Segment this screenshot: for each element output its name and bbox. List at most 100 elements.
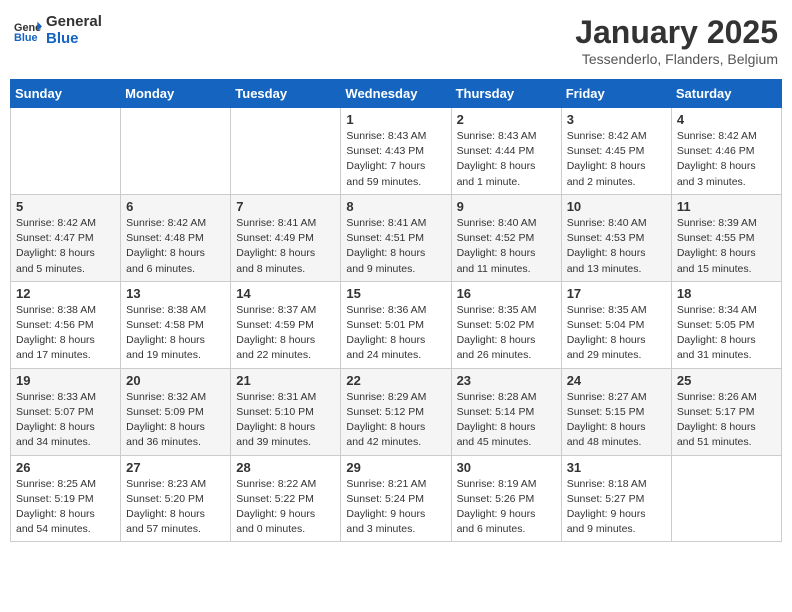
- day-info: Sunrise: 8:36 AMSunset: 5:01 PMDaylight:…: [346, 303, 445, 364]
- week-row-3: 12Sunrise: 8:38 AMSunset: 4:56 PMDayligh…: [11, 281, 782, 368]
- day-info: Sunrise: 8:39 AMSunset: 4:55 PMDaylight:…: [677, 216, 776, 277]
- day-info: Sunrise: 8:38 AMSunset: 4:58 PMDaylight:…: [126, 303, 225, 364]
- title-block: January 2025 Tessenderlo, Flanders, Belg…: [575, 14, 778, 67]
- day-info: Sunrise: 8:43 AMSunset: 4:44 PMDaylight:…: [457, 129, 556, 190]
- day-number: 30: [457, 460, 556, 475]
- day-number: 10: [567, 199, 666, 214]
- day-number: 24: [567, 373, 666, 388]
- logo-general: General: [46, 13, 102, 30]
- day-cell: 30 Sunrise: 8:19 AMSunset: 5:26 PMDayligh…: [451, 455, 561, 542]
- day-cell: 13 Sunrise: 8:38 AMSunset: 4:58 PMDayligh…: [121, 281, 231, 368]
- day-cell: [11, 108, 121, 195]
- day-number: 2: [457, 112, 556, 127]
- day-info: Sunrise: 8:26 AMSunset: 5:17 PMDaylight:…: [677, 390, 776, 451]
- day-cell: 3 Sunrise: 8:42 AMSunset: 4:45 PMDaylight…: [561, 108, 671, 195]
- weekday-header-thursday: Thursday: [451, 80, 561, 108]
- calendar-title: January 2025: [575, 14, 778, 51]
- day-cell: 10 Sunrise: 8:40 AMSunset: 4:53 PMDayligh…: [561, 194, 671, 281]
- logo: General Blue General Blue: [14, 14, 102, 47]
- week-row-4: 19 Sunrise: 8:33 AMSunset: 5:07 PMDayligh…: [11, 368, 782, 455]
- day-number: 27: [126, 460, 225, 475]
- day-info: Sunrise: 8:23 AMSunset: 5:20 PMDaylight:…: [126, 477, 225, 538]
- day-cell: 7 Sunrise: 8:41 AMSunset: 4:49 PMDaylight…: [231, 194, 341, 281]
- day-cell: 28Sunrise: 8:22 AMSunset: 5:22 PMDayligh…: [231, 455, 341, 542]
- day-number: 6: [126, 199, 225, 214]
- day-number: 11: [677, 199, 776, 214]
- day-cell: 12Sunrise: 8:38 AMSunset: 4:56 PMDayligh…: [11, 281, 121, 368]
- day-cell: 29Sunrise: 8:21 AMSunset: 5:24 PMDayligh…: [341, 455, 451, 542]
- day-number: 26: [16, 460, 115, 475]
- weekday-header-tuesday: Tuesday: [231, 80, 341, 108]
- day-info: Sunrise: 8:41 AMSunset: 4:49 PMDaylight:…: [236, 216, 335, 277]
- day-cell: 18 Sunrise: 8:34 AMSunset: 5:05 PMDayligh…: [671, 281, 781, 368]
- day-cell: 5Sunrise: 8:42 AMSunset: 4:47 PMDaylight…: [11, 194, 121, 281]
- day-cell: 8 Sunrise: 8:41 AMSunset: 4:51 PMDaylight…: [341, 194, 451, 281]
- day-cell: 31 Sunrise: 8:18 AMSunset: 5:27 PMDayligh…: [561, 455, 671, 542]
- day-number: 8: [346, 199, 445, 214]
- day-cell: 11 Sunrise: 8:39 AMSunset: 4:55 PMDayligh…: [671, 194, 781, 281]
- weekday-header-saturday: Saturday: [671, 80, 781, 108]
- day-number: 14: [236, 286, 335, 301]
- day-cell: 15Sunrise: 8:36 AMSunset: 5:01 PMDayligh…: [341, 281, 451, 368]
- calendar-table: SundayMondayTuesdayWednesdayThursdayFrid…: [10, 79, 782, 542]
- day-cell: 24Sunrise: 8:27 AMSunset: 5:15 PMDayligh…: [561, 368, 671, 455]
- day-cell: 21Sunrise: 8:31 AMSunset: 5:10 PMDayligh…: [231, 368, 341, 455]
- day-number: 17: [567, 286, 666, 301]
- day-info: Sunrise: 8:33 AMSunset: 5:07 PMDaylight:…: [16, 390, 115, 451]
- day-cell: 23Sunrise: 8:28 AMSunset: 5:14 PMDayligh…: [451, 368, 561, 455]
- day-number: 5: [16, 199, 115, 214]
- week-row-5: 26 Sunrise: 8:25 AMSunset: 5:19 PMDayligh…: [11, 455, 782, 542]
- day-number: 3: [567, 112, 666, 127]
- day-info: Sunrise: 8:25 AMSunset: 5:19 PMDaylight:…: [16, 477, 115, 538]
- weekday-header-friday: Friday: [561, 80, 671, 108]
- day-info: Sunrise: 8:18 AMSunset: 5:27 PMDaylight:…: [567, 477, 666, 538]
- day-number: 19: [16, 373, 115, 388]
- page-header: General Blue General Blue January 2025 T…: [10, 10, 782, 71]
- day-number: 7: [236, 199, 335, 214]
- day-info: Sunrise: 8:29 AMSunset: 5:12 PMDaylight:…: [346, 390, 445, 451]
- day-info: Sunrise: 8:41 AMSunset: 4:51 PMDaylight:…: [346, 216, 445, 277]
- day-info: Sunrise: 8:21 AMSunset: 5:24 PMDaylight:…: [346, 477, 445, 538]
- day-info: Sunrise: 8:37 AMSunset: 4:59 PMDaylight:…: [236, 303, 335, 364]
- day-cell: [231, 108, 341, 195]
- day-number: 13: [126, 286, 225, 301]
- weekday-header-wednesday: Wednesday: [341, 80, 451, 108]
- day-cell: [671, 455, 781, 542]
- day-info: Sunrise: 8:42 AMSunset: 4:45 PMDaylight:…: [567, 129, 666, 190]
- day-info: Sunrise: 8:32 AMSunset: 5:09 PMDaylight:…: [126, 390, 225, 451]
- week-row-1: 1Sunrise: 8:43 AMSunset: 4:43 PMDaylight…: [11, 108, 782, 195]
- day-info: Sunrise: 8:35 AMSunset: 5:02 PMDaylight:…: [457, 303, 556, 364]
- day-info: Sunrise: 8:19 AMSunset: 5:26 PMDaylight:…: [457, 477, 556, 538]
- day-number: 18: [677, 286, 776, 301]
- day-number: 23: [457, 373, 556, 388]
- day-info: Sunrise: 8:35 AMSunset: 5:04 PMDaylight:…: [567, 303, 666, 364]
- logo-blue: Blue: [46, 30, 79, 47]
- day-cell: 26 Sunrise: 8:25 AMSunset: 5:19 PMDayligh…: [11, 455, 121, 542]
- day-number: 22: [346, 373, 445, 388]
- day-info: Sunrise: 8:38 AMSunset: 4:56 PMDaylight:…: [16, 303, 115, 364]
- day-cell: 2 Sunrise: 8:43 AMSunset: 4:44 PMDaylight…: [451, 108, 561, 195]
- day-cell: 17 Sunrise: 8:35 AMSunset: 5:04 PMDayligh…: [561, 281, 671, 368]
- day-info: Sunrise: 8:42 AMSunset: 4:48 PMDaylight:…: [126, 216, 225, 277]
- day-info: Sunrise: 8:40 AMSunset: 4:53 PMDaylight:…: [567, 216, 666, 277]
- day-cell: 14 Sunrise: 8:37 AMSunset: 4:59 PMDayligh…: [231, 281, 341, 368]
- weekday-header-row: SundayMondayTuesdayWednesdayThursdayFrid…: [11, 80, 782, 108]
- day-cell: 6 Sunrise: 8:42 AMSunset: 4:48 PMDaylight…: [121, 194, 231, 281]
- day-cell: 19 Sunrise: 8:33 AMSunset: 5:07 PMDayligh…: [11, 368, 121, 455]
- day-number: 9: [457, 199, 556, 214]
- day-number: 21: [236, 373, 335, 388]
- week-row-2: 5Sunrise: 8:42 AMSunset: 4:47 PMDaylight…: [11, 194, 782, 281]
- day-number: 20: [126, 373, 225, 388]
- day-cell: 1Sunrise: 8:43 AMSunset: 4:43 PMDaylight…: [341, 108, 451, 195]
- calendar-subtitle: Tessenderlo, Flanders, Belgium: [575, 51, 778, 67]
- day-info: Sunrise: 8:34 AMSunset: 5:05 PMDaylight:…: [677, 303, 776, 364]
- weekday-header-monday: Monday: [121, 80, 231, 108]
- day-info: Sunrise: 8:42 AMSunset: 4:46 PMDaylight:…: [677, 129, 776, 190]
- day-number: 31: [567, 460, 666, 475]
- day-number: 28: [236, 460, 335, 475]
- day-cell: 20 Sunrise: 8:32 AMSunset: 5:09 PMDayligh…: [121, 368, 231, 455]
- day-cell: 16 Sunrise: 8:35 AMSunset: 5:02 PMDayligh…: [451, 281, 561, 368]
- day-cell: 22 Sunrise: 8:29 AMSunset: 5:12 PMDayligh…: [341, 368, 451, 455]
- svg-text:Blue: Blue: [14, 32, 38, 42]
- day-number: 16: [457, 286, 556, 301]
